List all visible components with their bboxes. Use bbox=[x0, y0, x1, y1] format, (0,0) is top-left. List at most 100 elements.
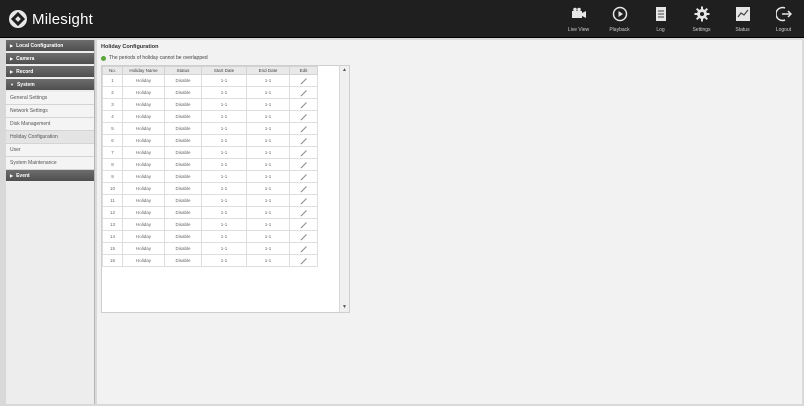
sidebar-section-system[interactable]: ▼ System bbox=[6, 79, 94, 90]
cell-end-date: 1-1 bbox=[246, 74, 290, 87]
cell-end-date: 1-1 bbox=[246, 254, 290, 267]
cell-end-date: 1-1 bbox=[246, 194, 290, 207]
edit-button[interactable] bbox=[289, 218, 318, 231]
pencil-icon bbox=[300, 137, 308, 145]
sidebar-item-user[interactable]: User bbox=[6, 144, 94, 157]
sidebar-item-system-maintenance[interactable]: System Maintenance bbox=[6, 157, 94, 170]
cell-holiday-name: Holiday bbox=[122, 146, 165, 159]
cell-start-date: 1-1 bbox=[201, 86, 247, 99]
cell-start-date: 1-1 bbox=[201, 146, 247, 159]
table-row: 7 Holiday Disable 1-1 1-1 bbox=[102, 146, 318, 159]
scroll-up-arrow-icon[interactable]: ▲ bbox=[340, 66, 349, 75]
nav-live-view[interactable]: Live View bbox=[558, 0, 599, 38]
log-icon bbox=[652, 5, 670, 23]
edit-button[interactable] bbox=[289, 206, 318, 219]
cell-start-date: 1-1 bbox=[201, 134, 247, 147]
sidebar-section-camera[interactable]: ▶ Camera bbox=[6, 53, 94, 64]
table-header-row: No. Holiday Name Status Start Date End D… bbox=[102, 66, 318, 75]
col-header-start-date: Start Date bbox=[201, 66, 247, 75]
cell-no: 11 bbox=[102, 194, 123, 207]
edit-button[interactable] bbox=[289, 254, 318, 267]
edit-button[interactable] bbox=[289, 158, 318, 171]
edit-button[interactable] bbox=[289, 98, 318, 111]
cell-end-date: 1-1 bbox=[246, 134, 290, 147]
cell-end-date: 1-1 bbox=[246, 98, 290, 111]
cell-start-date: 1-1 bbox=[201, 158, 247, 171]
chevron-right-icon: ▶ bbox=[10, 173, 14, 178]
edit-button[interactable] bbox=[289, 194, 318, 207]
cell-no: 8 bbox=[102, 158, 123, 171]
cell-no: 13 bbox=[102, 218, 123, 231]
edit-button[interactable] bbox=[289, 74, 318, 87]
sidebar-section-local-configuration[interactable]: ▶ Local Configuration bbox=[6, 40, 94, 51]
cell-no: 5 bbox=[102, 122, 123, 135]
cell-status: Disable bbox=[164, 98, 202, 111]
edit-button[interactable] bbox=[289, 146, 318, 159]
edit-button[interactable] bbox=[289, 242, 318, 255]
cell-status: Disable bbox=[164, 230, 202, 243]
cell-start-date: 1-1 bbox=[201, 170, 247, 183]
cell-holiday-name: Holiday bbox=[122, 110, 165, 123]
cell-holiday-name: Holiday bbox=[122, 86, 165, 99]
cell-holiday-name: Holiday bbox=[122, 134, 165, 147]
notice-message: The periods of holiday cannot be overlap… bbox=[101, 55, 208, 61]
cell-start-date: 1-1 bbox=[201, 254, 247, 267]
edit-button[interactable] bbox=[289, 110, 318, 123]
cell-start-date: 1-1 bbox=[201, 182, 247, 195]
table-row: 6 Holiday Disable 1-1 1-1 bbox=[102, 134, 318, 147]
cell-end-date: 1-1 bbox=[246, 86, 290, 99]
sidebar-section-event[interactable]: ▶ Event bbox=[6, 170, 94, 181]
scroll-down-arrow-icon[interactable]: ▼ bbox=[340, 303, 349, 312]
nav-status[interactable]: Status bbox=[722, 0, 763, 38]
cell-status: Disable bbox=[164, 206, 202, 219]
cell-holiday-name: Holiday bbox=[122, 242, 165, 255]
chevron-right-icon: ▶ bbox=[10, 69, 14, 74]
edit-button[interactable] bbox=[289, 122, 318, 135]
brand-logo: Milesight bbox=[9, 9, 93, 29]
cell-end-date: 1-1 bbox=[246, 170, 290, 183]
cell-holiday-name: Holiday bbox=[122, 158, 165, 171]
edit-button[interactable] bbox=[289, 230, 318, 243]
sidebar-item-disk-management[interactable]: Disk Management bbox=[6, 118, 94, 131]
top-nav: Live View Playback Log Settings Status L… bbox=[558, 0, 804, 38]
cell-holiday-name: Holiday bbox=[122, 170, 165, 183]
holiday-table: No. Holiday Name Status Start Date End D… bbox=[102, 66, 318, 267]
cell-start-date: 1-1 bbox=[201, 230, 247, 243]
cell-end-date: 1-1 bbox=[246, 122, 290, 135]
table-row: 11 Holiday Disable 1-1 1-1 bbox=[102, 194, 318, 207]
cell-no: 10 bbox=[102, 182, 123, 195]
nav-playback[interactable]: Playback bbox=[599, 0, 640, 38]
cell-status: Disable bbox=[164, 170, 202, 183]
sidebar-section-record[interactable]: ▶ Record bbox=[6, 66, 94, 77]
cell-holiday-name: Holiday bbox=[122, 230, 165, 243]
cell-end-date: 1-1 bbox=[246, 158, 290, 171]
cell-no: 7 bbox=[102, 146, 123, 159]
edit-button[interactable] bbox=[289, 86, 318, 99]
sidebar: ▶ Local Configuration ▶ Camera ▶ Record ▼ Sy… bbox=[6, 40, 95, 404]
cell-status: Disable bbox=[164, 218, 202, 231]
nav-settings[interactable]: Settings bbox=[681, 0, 722, 38]
cell-start-date: 1-1 bbox=[201, 242, 247, 255]
nav-logout[interactable]: Logout bbox=[763, 0, 804, 38]
pencil-icon bbox=[300, 185, 308, 193]
sidebar-item-general-settings[interactable]: General Settings bbox=[6, 92, 94, 105]
table-row: 2 Holiday Disable 1-1 1-1 bbox=[102, 86, 318, 99]
cell-end-date: 1-1 bbox=[246, 242, 290, 255]
sidebar-item-network-settings[interactable]: Network Settings bbox=[6, 105, 94, 118]
edit-button[interactable] bbox=[289, 182, 318, 195]
nav-label: Playback bbox=[609, 27, 630, 33]
info-icon bbox=[101, 55, 106, 61]
cell-start-date: 1-1 bbox=[201, 110, 247, 123]
nav-log[interactable]: Log bbox=[640, 0, 681, 38]
sidebar-section-label: System bbox=[16, 82, 35, 88]
cell-status: Disable bbox=[164, 74, 202, 87]
edit-button[interactable] bbox=[289, 134, 318, 147]
cell-end-date: 1-1 bbox=[246, 230, 290, 243]
edit-button[interactable] bbox=[289, 170, 318, 183]
table-scrollbar[interactable]: ▲ ▼ bbox=[339, 66, 349, 312]
sidebar-section-label: Camera bbox=[16, 56, 35, 62]
gear-icon bbox=[693, 5, 711, 23]
sidebar-item-holiday-configuration[interactable]: Holiday Configuration bbox=[6, 131, 94, 144]
pencil-icon bbox=[300, 197, 308, 205]
table-row: 16 Holiday Disable 1-1 1-1 bbox=[102, 254, 318, 267]
